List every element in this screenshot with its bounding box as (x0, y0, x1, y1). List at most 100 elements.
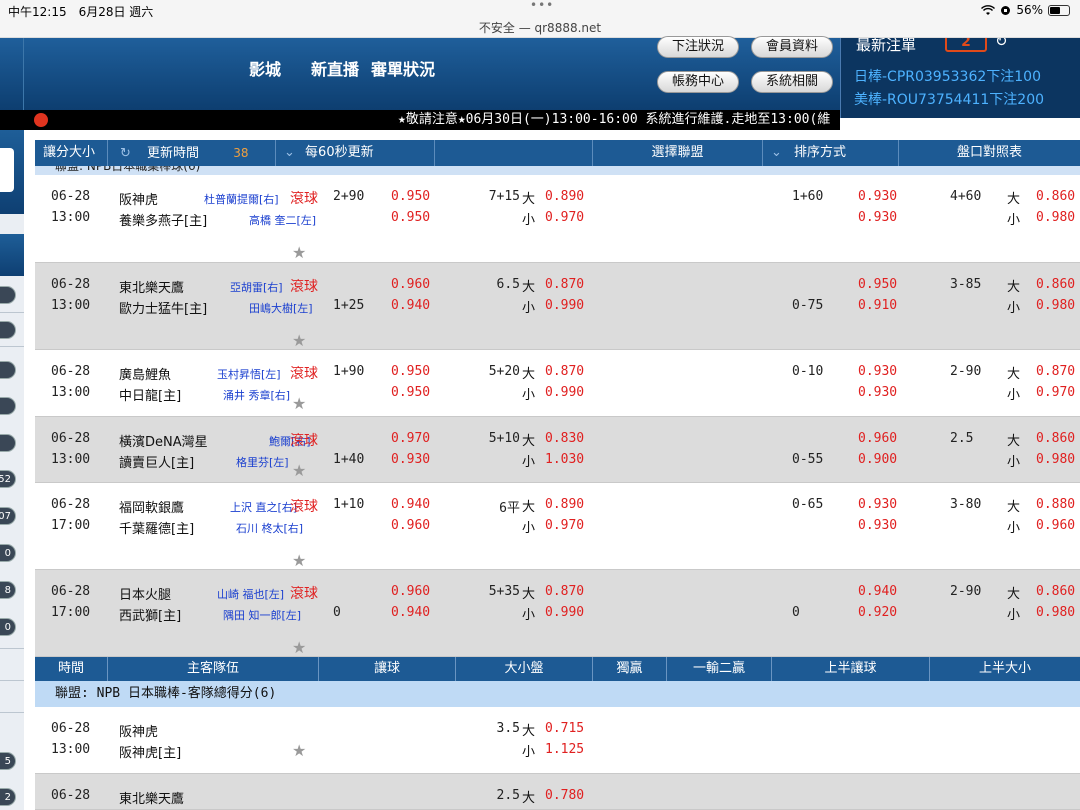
ou-over-odds[interactable]: 0.870 (545, 584, 584, 599)
first-half-odds-home[interactable]: 0.930 (858, 189, 897, 204)
handicap-odds-away[interactable]: 0.930 (391, 452, 430, 467)
first-half-odds-home[interactable]: 0.930 (858, 364, 897, 379)
live-badge[interactable]: 滾球 (290, 188, 318, 208)
handicap-odds-away[interactable]: 0.950 (391, 385, 430, 400)
first-half-under-odds[interactable]: 0.980 (1036, 210, 1075, 225)
sidebar-button[interactable] (0, 148, 14, 192)
first-half-under-odds[interactable]: 0.970 (1036, 385, 1075, 400)
live-badge[interactable]: 滾球 (290, 430, 318, 450)
live-badge[interactable]: 滾球 (290, 276, 318, 296)
first-half-under-odds[interactable]: 0.980 (1036, 605, 1075, 620)
handicap-odds-home[interactable]: 0.970 (391, 431, 430, 446)
sidebar-count-badge[interactable]: 0 (0, 544, 16, 562)
favorite-star-icon[interactable]: ★ (292, 638, 306, 657)
handicap-type-select[interactable]: 讓分大小 (35, 140, 108, 166)
account-center-button[interactable]: 帳務中心 (657, 71, 739, 93)
clock: 中午12:15 6月28日 週六 (8, 5, 154, 19)
address-bar[interactable]: 不安全 — qr8888.net (0, 19, 1080, 36)
ou-under-odds[interactable]: 0.990 (545, 298, 584, 313)
first-half-under-odds[interactable]: 0.980 (1036, 298, 1075, 313)
live-badge[interactable]: 滾球 (290, 496, 318, 516)
first-half-over-odds[interactable]: 0.860 (1036, 189, 1075, 204)
sidebar-count-badge[interactable] (0, 397, 16, 415)
sidebar-count-badge[interactable]: 0 (0, 618, 16, 636)
handicap-odds-home[interactable]: 0.960 (391, 584, 430, 599)
first-half-odds-away[interactable]: 0.900 (858, 452, 897, 467)
first-half-odds-home[interactable]: 0.960 (858, 431, 897, 446)
sidebar-count-badge[interactable] (0, 286, 16, 304)
favorite-star-icon[interactable]: ★ (292, 551, 306, 570)
handicap-odds-home[interactable]: 0.960 (391, 277, 430, 292)
ou-under-odds[interactable]: 0.970 (545, 210, 584, 225)
ou-under-odds[interactable]: 1.030 (545, 452, 584, 467)
sidebar-count-badge[interactable]: 07 (0, 507, 16, 525)
ou-over-odds[interactable]: 0.830 (545, 431, 584, 446)
away-team: 歐力士猛牛[主] (119, 302, 208, 317)
first-half-over-odds[interactable]: 0.870 (1036, 364, 1075, 379)
handicap-odds-home[interactable]: 0.950 (391, 364, 430, 379)
ou-over-odds[interactable]: 0.870 (545, 364, 584, 379)
bet-status-button[interactable]: 下注狀況 (657, 36, 739, 58)
refresh-icon[interactable]: ↻ (995, 38, 1008, 50)
favorite-star-icon[interactable]: ★ (292, 243, 306, 262)
handicap-odds-away[interactable]: 0.950 (391, 210, 430, 225)
ou-under-odds[interactable]: 0.970 (545, 518, 584, 533)
live-badge[interactable]: 滾球 (290, 583, 318, 603)
ou-over-odds[interactable]: 0.715 (545, 721, 584, 736)
first-half-over-odds[interactable]: 0.860 (1036, 431, 1075, 446)
first-half-odds-home[interactable]: 0.930 (858, 497, 897, 512)
sidebar-count-badge[interactable] (0, 361, 16, 379)
first-half-odds-away[interactable]: 0.930 (858, 518, 897, 533)
handicap-odds-away[interactable]: 0.940 (391, 605, 430, 620)
favorite-star-icon[interactable]: ★ (292, 331, 306, 350)
sort-select[interactable]: ⌄ 排序方式 (763, 140, 899, 166)
ou-over-odds[interactable]: 0.870 (545, 277, 584, 292)
first-half-odds-away[interactable]: 0.920 (858, 605, 897, 620)
ou-over-odds[interactable]: 0.890 (545, 189, 584, 204)
member-info-button[interactable]: 會員資料 (751, 36, 833, 58)
ou-under-odds[interactable]: 0.990 (545, 605, 584, 620)
first-half-over-odds[interactable]: 0.860 (1036, 277, 1075, 292)
update-time-control[interactable]: ↻ 更新時間 38 (108, 140, 276, 166)
sidebar-count-badge[interactable] (0, 434, 16, 452)
first-half-odds-home[interactable]: 0.940 (858, 584, 897, 599)
ou-under-odds[interactable]: 0.990 (545, 385, 584, 400)
odds-toolbar: 讓分大小 ↻ 更新時間 38 ⌄ 每60秒更新 選擇聯盟 ⌄ 排序方式 盤口對照… (35, 140, 1080, 166)
ou-over-odds[interactable]: 0.890 (545, 497, 584, 512)
first-half-odds-away[interactable]: 0.930 (858, 210, 897, 225)
first-half-under-odds[interactable]: 0.980 (1036, 452, 1075, 467)
handicap-odds-away[interactable]: 0.960 (391, 518, 430, 533)
first-half-odds-away[interactable]: 0.930 (858, 385, 897, 400)
handicap-odds-away[interactable]: 0.940 (391, 298, 430, 313)
ou-under-odds[interactable]: 1.125 (545, 742, 584, 757)
handicap-odds-home[interactable]: 0.940 (391, 497, 430, 512)
ou-over-odds[interactable]: 0.780 (545, 788, 584, 803)
first-half-odds-away[interactable]: 0.910 (858, 298, 897, 313)
sidebar-count-badge[interactable]: 5 (0, 752, 16, 770)
select-league-button[interactable]: 選擇聯盟 (593, 140, 763, 166)
latest-order-2[interactable]: 美棒-ROU73754411下注200 (854, 89, 1044, 109)
nav-cinema[interactable]: 影城 (249, 56, 281, 80)
first-half-over-odds[interactable]: 0.880 (1036, 497, 1075, 512)
favorite-star-icon[interactable]: ★ (292, 461, 306, 480)
sidebar-count-badge[interactable]: 52 (0, 470, 16, 488)
system-button[interactable]: 系統相關 (751, 71, 833, 93)
handicap-odds-home[interactable]: 0.950 (391, 189, 430, 204)
sidebar-count-badge[interactable]: 8 (0, 581, 16, 599)
first-half-over-odds[interactable]: 0.860 (1036, 584, 1075, 599)
live-badge[interactable]: 滾球 (290, 363, 318, 383)
first-half-under-odds[interactable]: 0.960 (1036, 518, 1075, 533)
more-dots-icon[interactable]: ••• (530, 0, 554, 12)
sidebar-count-badge[interactable] (0, 321, 16, 339)
handicap-line-home: 1+10 (333, 497, 365, 512)
refresh-icon[interactable]: ↻ (120, 146, 131, 161)
latest-order-1[interactable]: 日棒-CPR03953362下注100 (854, 66, 1041, 86)
odds-compare-button[interactable]: 盤口對照表 (899, 140, 1080, 166)
sidebar-count-badge[interactable]: 2 (0, 788, 16, 806)
favorite-star-icon[interactable]: ★ (292, 741, 306, 760)
first-half-odds-home[interactable]: 0.950 (858, 277, 897, 292)
nav-review-status[interactable]: 審單狀況 (371, 56, 435, 80)
refresh-interval-select[interactable]: ⌄ 每60秒更新 (276, 140, 435, 166)
nav-live[interactable]: 新直播 (311, 56, 359, 80)
favorite-star-icon[interactable]: ★ (292, 394, 306, 413)
